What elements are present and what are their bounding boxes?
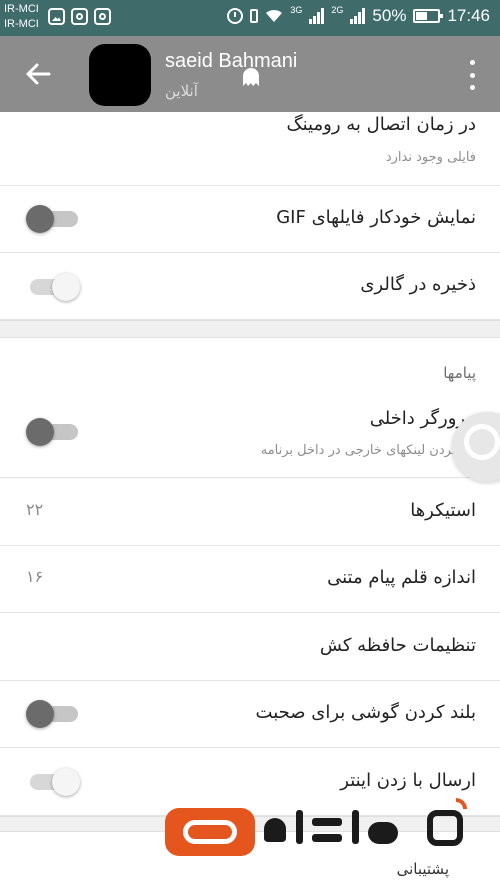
signal-2-icon — [350, 8, 366, 24]
setting-value: ۱۶ — [26, 567, 44, 586]
send-by-enter-toggle[interactable] — [26, 768, 80, 796]
menu-dot-icon — [469, 60, 475, 65]
watermark: پشتیبانی — [165, 793, 475, 889]
chat-status: آنلاین — [165, 82, 198, 100]
chat-title[interactable]: saeid Bahmani — [165, 50, 297, 73]
brand-wordmark — [260, 804, 410, 860]
setting-title: اندازه قلم پیام متنی — [327, 567, 476, 588]
brand-logo — [165, 808, 255, 856]
toggle-thumb — [26, 418, 54, 446]
setting-value: ۲۲ — [26, 500, 44, 519]
setting-title: در زمان اتصال به رومینگ — [286, 114, 476, 135]
back-button[interactable] — [18, 56, 58, 92]
status-bar: IR-MCI IR-MCI 3G 2G 50% 17:46 — [0, 0, 500, 36]
setting-cache[interactable]: تنظیمات حافظه کش — [0, 613, 500, 681]
setting-font-size[interactable]: اندازه قلم پیام متنی ۱۶ — [0, 546, 500, 613]
section-divider — [0, 320, 500, 338]
toggle-thumb — [26, 700, 54, 728]
setting-title: نمایش خودکار فایلهای GIF — [276, 207, 476, 228]
menu-dot-icon — [469, 85, 475, 90]
setting-gif-autoplay[interactable]: نمایش خودکار فایلهای GIF — [0, 186, 500, 253]
setting-title: بلند کردن گوشی برای صحبت — [255, 702, 476, 723]
network-1-label: 3G — [290, 5, 303, 15]
setting-save-to-gallery[interactable]: ذخیره در گالری — [0, 253, 500, 320]
setting-roaming[interactable]: در زمان اتصال به رومینگ فایلی وجود ندارد — [0, 112, 500, 186]
gif-autoplay-toggle[interactable] — [26, 205, 78, 233]
setting-title: ذخیره در گالری — [360, 274, 476, 295]
wifi-icon — [266, 9, 283, 22]
network-2-label: 2G — [331, 5, 344, 15]
toggle-thumb — [52, 273, 80, 301]
alarm-icon — [227, 8, 244, 24]
setting-raise-to-speak[interactable]: بلند کردن گوشی برای صحبت — [0, 681, 500, 748]
save-to-gallery-toggle[interactable] — [26, 273, 80, 301]
avatar[interactable] — [89, 44, 151, 106]
setting-in-app-browser[interactable]: مرورگر داخلی باز کردن لینکهای خارجی در د… — [0, 370, 500, 478]
ghost-icon — [243, 68, 259, 86]
carrier-labels: IR-MCI IR-MCI — [4, 2, 39, 32]
battery-icon — [413, 9, 444, 23]
setting-title: تنظیمات حافظه کش — [319, 635, 476, 656]
setting-title: ارسال با زدن اینتر — [340, 770, 476, 791]
raise-to-speak-toggle[interactable] — [26, 700, 78, 728]
setting-subtitle: باز کردن لینکهای خارجی در داخل برنامه — [260, 443, 476, 458]
notification-icons — [48, 8, 111, 25]
menu-dot-icon — [469, 72, 475, 78]
settings-list: در زمان اتصال به رومینگ فایلی وجود ندارد… — [0, 112, 500, 889]
signal-1-icon — [309, 8, 325, 24]
setting-title: استیکرها — [410, 500, 476, 521]
more-options-button[interactable] — [468, 60, 476, 90]
instagram-notification-icon — [71, 8, 88, 25]
instagram-notification-icon-2 — [94, 8, 111, 25]
watermark-caption: پشتیبانی — [396, 860, 449, 878]
setting-subtitle: فایلی وجود ندارد — [385, 150, 476, 165]
toggle-thumb — [52, 768, 80, 796]
support-mark-icon — [423, 793, 472, 850]
system-icons: 3G 2G 50% 17:46 — [227, 6, 490, 26]
app-bar: saeid Bahmani آنلاین — [0, 36, 500, 112]
clock-time: 17:46 — [447, 6, 490, 25]
setting-stickers[interactable]: استیکرها ۲۲ — [0, 478, 500, 546]
gallery-notification-icon — [48, 8, 65, 25]
in-app-browser-toggle[interactable] — [26, 418, 78, 446]
toggle-thumb — [26, 205, 54, 233]
carrier-1: IR-MCI — [4, 3, 39, 15]
battery-percent: 50% — [372, 6, 407, 25]
carrier-2: IR-MCI — [4, 18, 39, 30]
vibrate-icon — [250, 9, 259, 23]
arrow-left-icon — [26, 63, 51, 85]
